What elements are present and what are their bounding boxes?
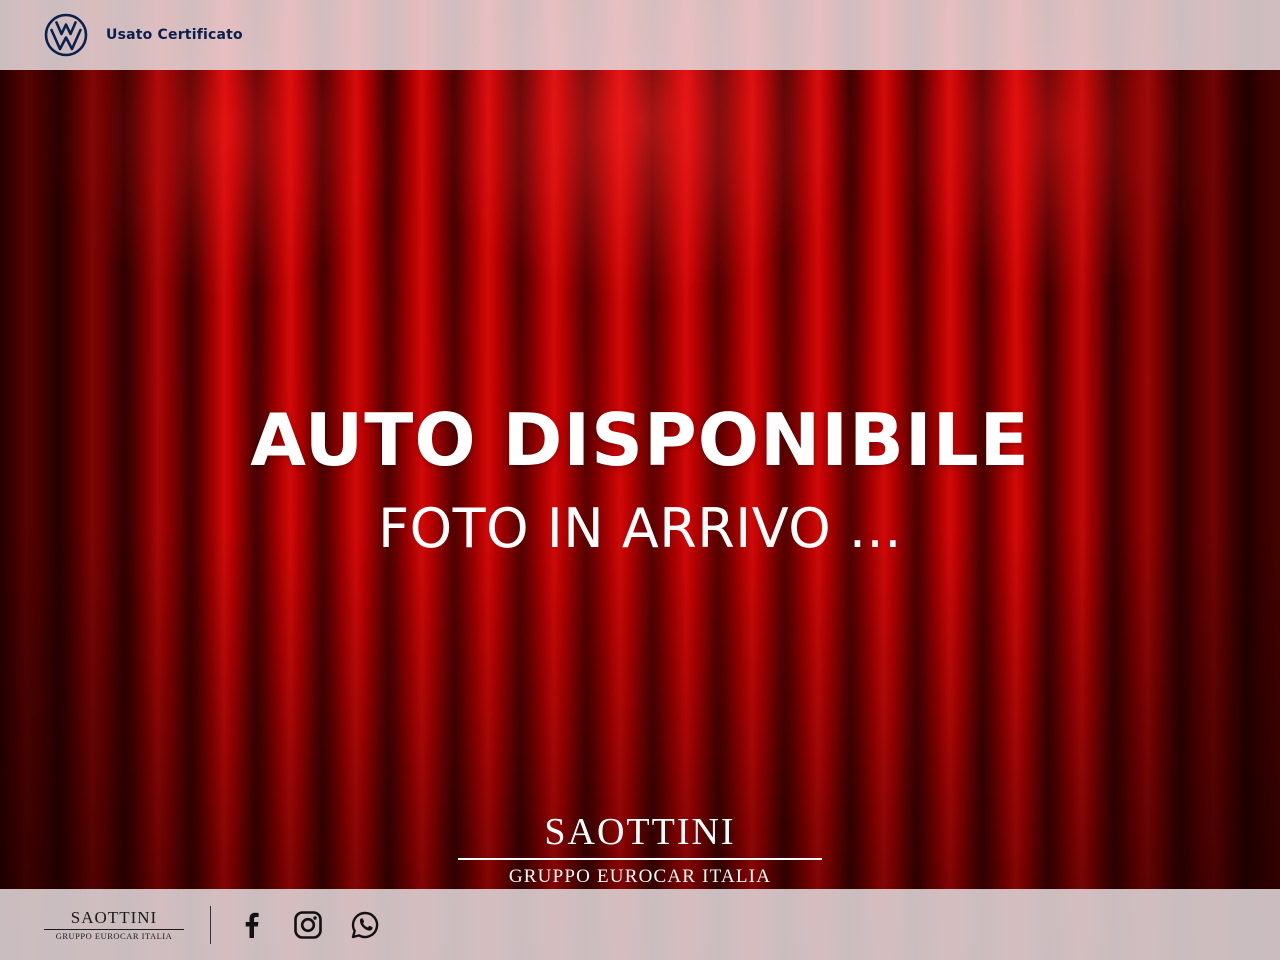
dealer-logo: SAOTTINI GRUPPO EUROCAR ITALIA (458, 810, 822, 888)
vw-logo-icon[interactable] (44, 13, 88, 57)
dealer-logo-group: GRUPPO EUROCAR ITALIA (508, 866, 772, 887)
photo-placeholder: Usato Certificato AUTO DISPONIBILE FOTO … (0, 0, 1280, 960)
footer-bar: SAOTTINI GRUPPO EUROCAR ITALIA (0, 889, 1280, 960)
whatsapp-link[interactable] (349, 909, 381, 941)
footer-divider (210, 905, 211, 944)
facebook-icon (245, 912, 259, 938)
headline-block: AUTO DISPONIBILE FOTO IN ARRIVO ... (0, 392, 1280, 564)
headline: AUTO DISPONIBILE (250, 398, 1030, 482)
instagram-icon (294, 910, 322, 939)
footer-logo-name: SAOTTINI (70, 907, 158, 927)
social-links (235, 909, 406, 941)
facebook-link[interactable] (235, 909, 267, 941)
dealer-logo-rule (458, 858, 822, 860)
footer-logo-group: GRUPPO EUROCAR ITALIA (55, 930, 173, 941)
whatsapp-icon (351, 911, 379, 938)
brand-label: Usato Certificato (106, 27, 243, 43)
instagram-link[interactable] (292, 909, 324, 941)
footer-logo-rule (44, 928, 184, 930)
top-bar: Usato Certificato (0, 0, 1280, 70)
footer-dealer-logo[interactable]: SAOTTINI GRUPPO EUROCAR ITALIA (44, 907, 184, 941)
dealer-logo-name: SAOTTINI (544, 811, 736, 853)
subheadline: FOTO IN ARRIVO ... (378, 497, 902, 560)
